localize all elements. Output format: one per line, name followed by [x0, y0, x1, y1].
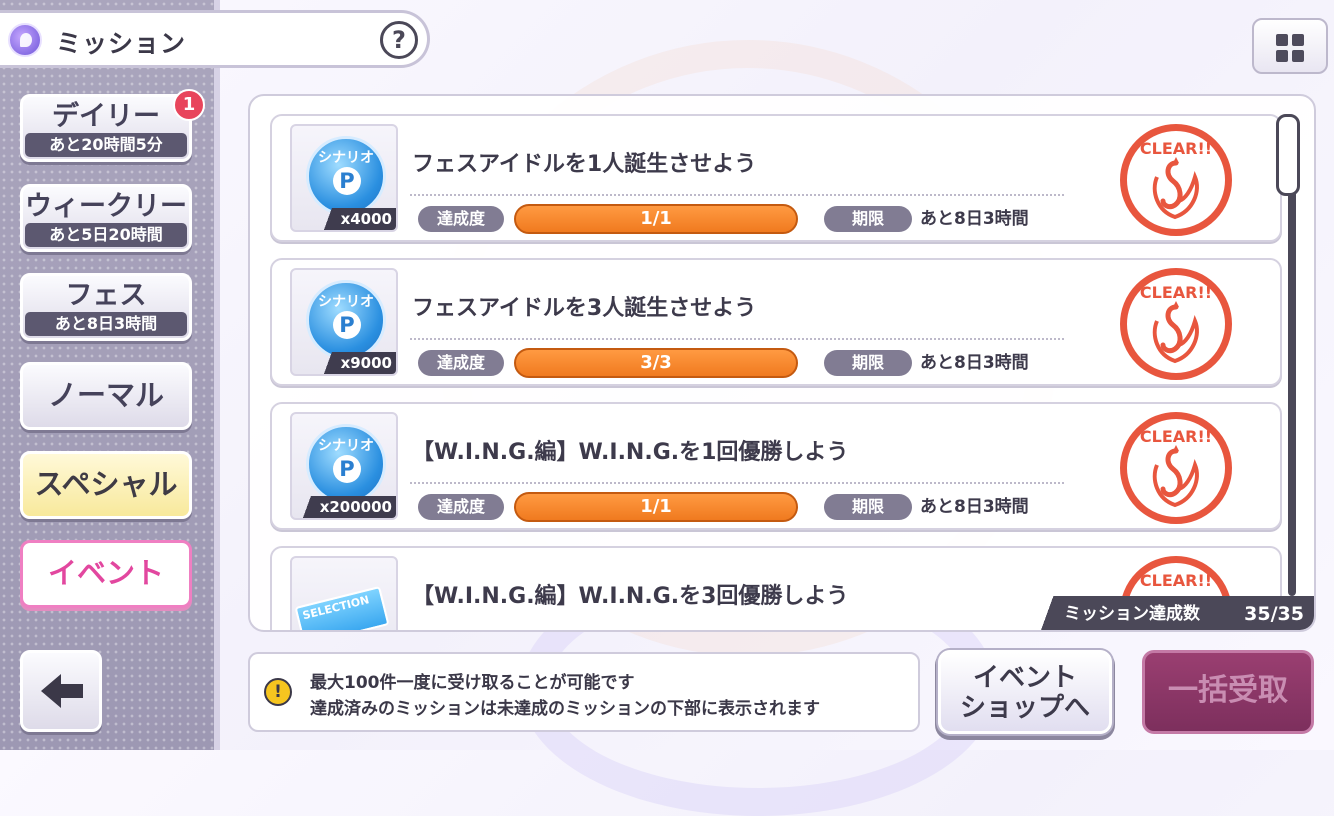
- sidebar-edge: [214, 0, 220, 750]
- reward-name: SELECTION: [301, 593, 371, 623]
- swan-icon: [1152, 301, 1199, 364]
- divider: [410, 194, 1064, 196]
- mission-count-label: ミッション達成数: [1064, 604, 1200, 624]
- deadline-label: 期限: [824, 494, 912, 520]
- progress-bar: 1/1: [514, 492, 798, 522]
- progress-label: 達成度: [418, 494, 504, 520]
- mission-icon: [8, 23, 42, 57]
- deadline-label: 期限: [824, 350, 912, 376]
- tab-weekly[interactable]: ウィークリー あと5日20時間: [20, 184, 192, 252]
- mission-card[interactable]: シナリオ P x9000 フェスアイドルを3人誕生させよう 達成度 3/3 期限…: [270, 258, 1282, 386]
- back-button[interactable]: [20, 650, 102, 732]
- divider: [410, 482, 1064, 484]
- button-label: イベント: [972, 663, 1077, 693]
- mission-list-panel[interactable]: シナリオ P x4000 フェスアイドルを1人誕生させよう 達成度 1/1 期限…: [248, 94, 1316, 632]
- reward-item: シナリオ P x200000: [290, 412, 398, 520]
- help-button[interactable]: ?: [380, 21, 418, 59]
- clear-stamp: CLEAR!!: [1120, 124, 1232, 236]
- progress-bar: 1/1: [514, 204, 798, 234]
- deadline-label: 期限: [824, 206, 912, 232]
- tab-fes[interactable]: フェス あと8日3時間: [20, 273, 192, 341]
- reward-name: シナリオ: [318, 438, 374, 454]
- progress-label: 達成度: [418, 350, 504, 376]
- progress-label: 達成度: [418, 206, 504, 232]
- tab-normal[interactable]: ノーマル: [20, 362, 192, 430]
- deadline-value: あと8日3時間: [920, 353, 1029, 373]
- tab-label: イベント: [47, 556, 164, 590]
- mission-card[interactable]: シナリオ P x4000 フェスアイドルを1人誕生させよう 達成度 1/1 期限…: [270, 114, 1282, 242]
- progress-bar: 3/3: [514, 348, 798, 378]
- grid-icon: [1292, 50, 1304, 62]
- tab-label: デイリー: [52, 101, 160, 132]
- tab-time-remaining: あと8日3時間: [25, 312, 187, 336]
- scenario-p-coin-icon: シナリオ P: [306, 424, 386, 504]
- stamp-text: CLEAR!!: [1139, 139, 1213, 158]
- reward-name: シナリオ: [318, 150, 374, 166]
- reward-name: シナリオ: [318, 294, 374, 310]
- scenario-p-coin-icon: シナリオ P: [306, 280, 386, 360]
- collect-all-button[interactable]: 一括受取: [1142, 650, 1314, 734]
- scrollbar-thumb[interactable]: [1276, 114, 1300, 196]
- clear-stamp: CLEAR!!: [1120, 412, 1232, 524]
- reward-symbol: P: [333, 455, 361, 483]
- grid-menu-button[interactable]: [1252, 18, 1328, 74]
- grid-icon: [1276, 50, 1288, 62]
- reward-quantity: x9000: [316, 352, 396, 374]
- swan-icon: [1152, 157, 1199, 220]
- notice-line: 達成済みのミッションは未達成のミッションの下部に表示されます: [310, 699, 820, 719]
- mission-title: フェスアイドルを3人誕生させよう: [412, 296, 757, 321]
- reward-item: SELECTION: [290, 556, 398, 630]
- notice-box: ! 最大100件一度に受け取ることが可能です 達成済みのミッションは未達成のミッ…: [248, 652, 920, 732]
- scenario-p-coin-icon: シナリオ P: [306, 136, 386, 216]
- tab-label: ノーマル: [47, 378, 164, 412]
- header-bar: ミッション ?: [0, 10, 430, 68]
- reward-item: シナリオ P x4000: [290, 124, 398, 232]
- tab-special[interactable]: スペシャル: [20, 451, 192, 519]
- deadline-value: あと8日3時間: [920, 497, 1029, 517]
- mission-title: 【W.I.N.G.編】W.I.N.G.を3回優勝しよう: [412, 584, 849, 609]
- reward-item: シナリオ P x9000: [290, 268, 398, 376]
- mission-card[interactable]: シナリオ P x200000 【W.I.N.G.編】W.I.N.G.を1回優勝し…: [270, 402, 1282, 530]
- tab-label: ウィークリー: [25, 191, 187, 222]
- grid-icon: [1292, 34, 1304, 46]
- back-arrow-icon: [41, 674, 83, 708]
- reward-symbol: P: [333, 311, 361, 339]
- warning-icon: !: [264, 678, 292, 706]
- mission-count-value: 35/35: [1244, 603, 1304, 625]
- button-label: ショップへ: [959, 693, 1090, 723]
- divider: [410, 338, 1064, 340]
- stamp-text: CLEAR!!: [1139, 427, 1213, 446]
- swan-icon: [1152, 445, 1199, 508]
- selection-ticket-icon: SELECTION: [294, 585, 390, 630]
- tab-label: スペシャル: [34, 467, 178, 501]
- tab-label: フェス: [65, 280, 147, 311]
- deadline-value: あと8日3時間: [920, 209, 1029, 229]
- grid-icon: [1276, 34, 1288, 46]
- event-shop-button[interactable]: イベント ショップへ: [938, 650, 1112, 734]
- notice-line: 最大100件一度に受け取ることが可能です: [310, 673, 635, 693]
- tab-time-remaining: あと20時間5分: [25, 133, 187, 157]
- mission-title: フェスアイドルを1人誕生させよう: [412, 152, 757, 177]
- tab-time-remaining: あと5日20時間: [25, 223, 187, 247]
- page-title: ミッション: [56, 29, 187, 58]
- reward-symbol: P: [333, 167, 361, 195]
- tab-daily[interactable]: デイリー あと20時間5分 1: [20, 89, 205, 162]
- clear-stamp: CLEAR!!: [1120, 268, 1232, 380]
- stamp-text: CLEAR!!: [1139, 283, 1213, 302]
- reward-quantity: x4000: [316, 208, 396, 230]
- notification-badge: 1: [173, 89, 205, 121]
- tab-event[interactable]: イベント: [20, 540, 192, 608]
- reward-quantity: x200000: [295, 496, 396, 518]
- mission-title: 【W.I.N.G.編】W.I.N.G.を1回優勝しよう: [412, 440, 849, 465]
- mission-count-bar: ミッション達成数 35/35: [1030, 596, 1314, 630]
- stamp-text: CLEAR!!: [1139, 571, 1213, 590]
